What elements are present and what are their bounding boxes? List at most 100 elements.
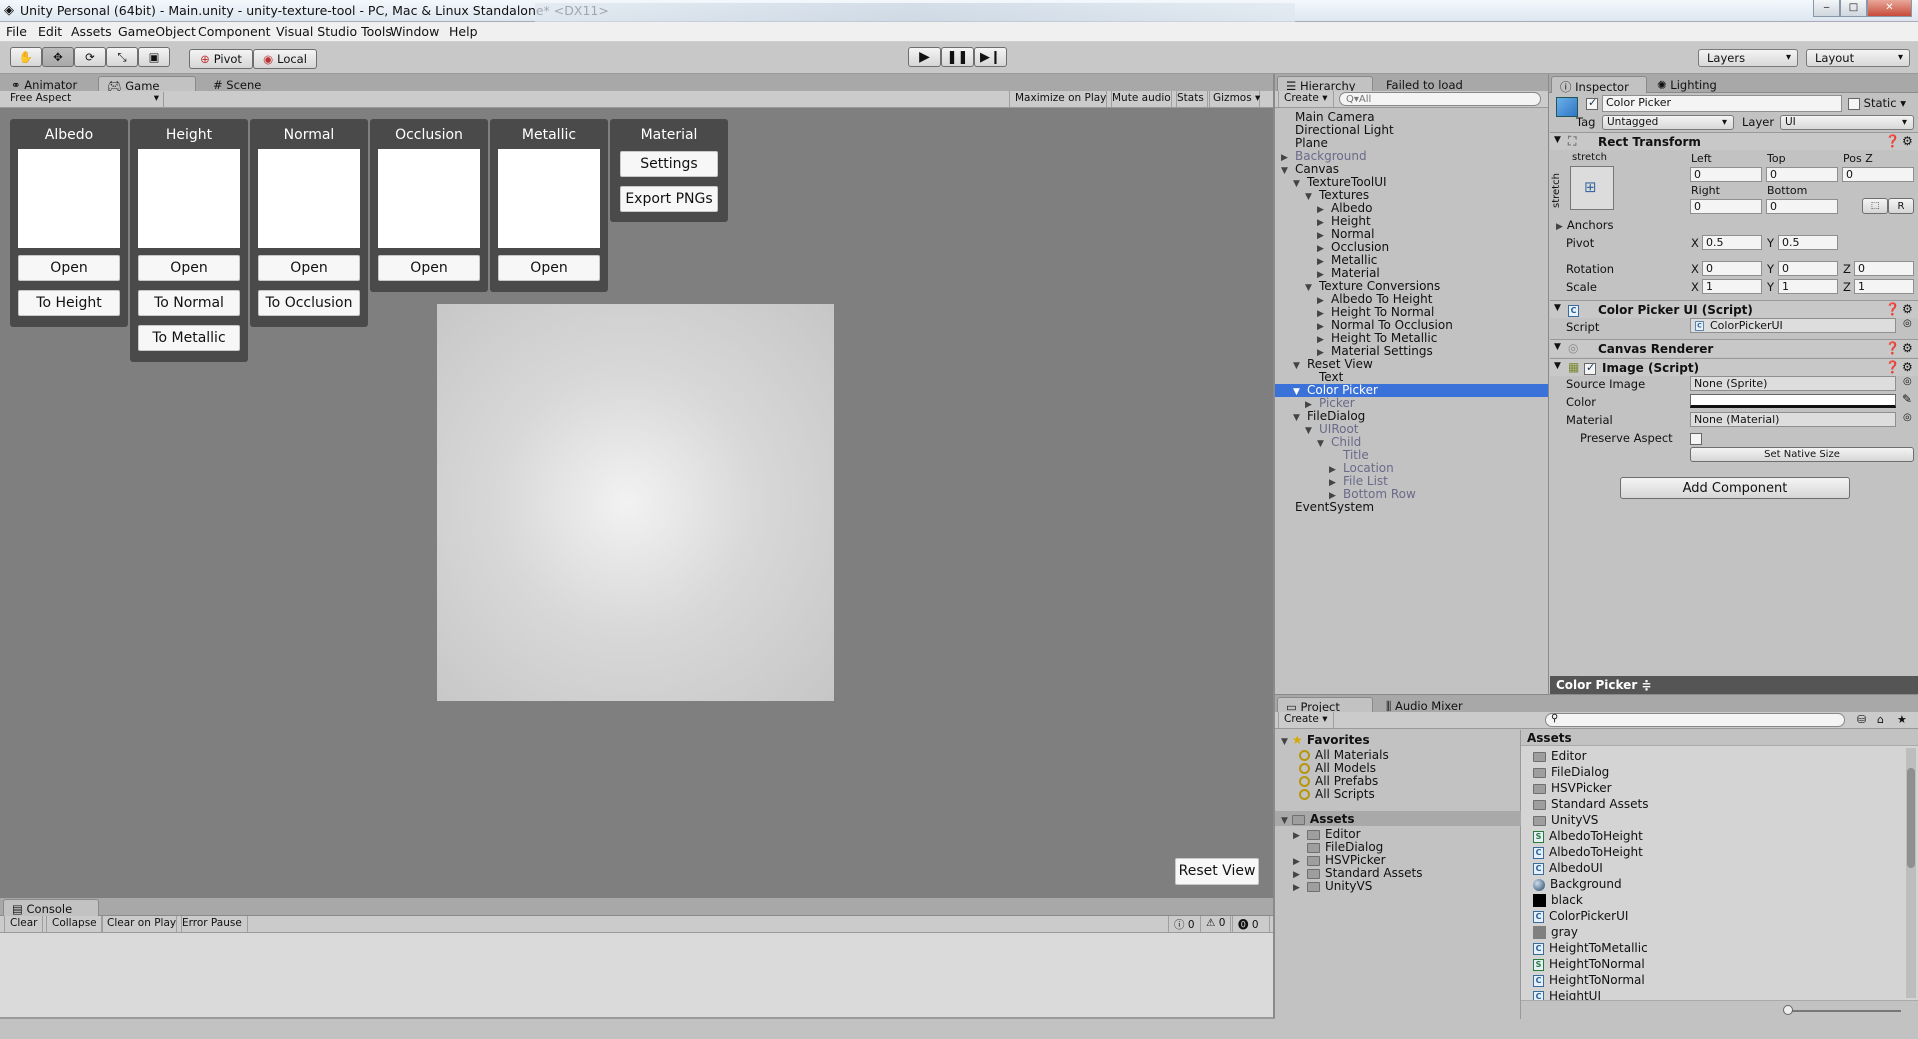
rect-tool-button[interactable]: ▣ (138, 47, 170, 67)
reset-view-button[interactable]: Reset View (1175, 858, 1259, 885)
menu-edit[interactable]: Edit (38, 24, 62, 39)
assets-scrollbar[interactable] (1906, 748, 1916, 998)
project-search-input[interactable]: ⚲ (1545, 713, 1845, 727)
menu-help[interactable]: Help (449, 24, 478, 39)
material-field[interactable]: None (Material) (1690, 412, 1896, 427)
folder-tree-item[interactable]: FileDialog (1293, 840, 1383, 854)
hierarchy-item[interactable]: ▼ Color Picker (1275, 384, 1548, 397)
anchor-preset-button[interactable]: ⊞ (1570, 166, 1614, 210)
hierarchy-item[interactable]: ▶ Location (1275, 462, 1548, 476)
tab-inspector[interactable]: ⓘ Inspector (1551, 76, 1647, 94)
image-enabled-checkbox[interactable] (1584, 361, 1596, 375)
object-picker-icon[interactable]: ◎ (1903, 412, 1912, 423)
gizmos-dropdown[interactable]: Gizmos ▾ (1207, 91, 1260, 107)
asset-item[interactable]: FileDialog (1533, 765, 1609, 779)
hierarchy-item[interactable]: ▼ Textures (1275, 189, 1548, 203)
favorite-item[interactable]: All Materials (1299, 748, 1389, 762)
layers-dropdown[interactable]: Layers (1698, 49, 1798, 67)
tag-dropdown[interactable]: Untagged (1602, 115, 1734, 130)
icon-size-slider-handle[interactable] (1783, 1005, 1793, 1015)
rotation-z-field[interactable]: 0 (1854, 261, 1914, 276)
asset-item[interactable]: UnityVS (1533, 813, 1598, 827)
scale-x-field[interactable]: 1 (1702, 279, 1762, 294)
normal-open-button[interactable]: Open (258, 255, 360, 281)
rotation-x-field[interactable]: 0 (1702, 261, 1762, 276)
hierarchy-item[interactable]: EventSystem (1275, 501, 1548, 514)
set-native-size-button[interactable]: Set Native Size (1690, 447, 1914, 462)
maximize-button[interactable]: □ (1840, 0, 1867, 17)
metallic-open-button[interactable]: Open (498, 255, 600, 281)
move-tool-button[interactable]: ✥ (42, 47, 74, 67)
canvas-renderer-header[interactable]: ▼ ◎ Canvas Renderer ❓ ⚙ (1550, 339, 1918, 357)
anchors-foldout[interactable]: ▶ Anchors (1556, 218, 1613, 232)
hierarchy-item[interactable]: ▶ Normal (1275, 228, 1548, 242)
hierarchy-item[interactable]: ▼ UIRoot (1275, 423, 1548, 437)
hand-tool-button[interactable]: ✋ (10, 47, 42, 67)
occlusion-open-button[interactable]: Open (378, 255, 480, 281)
albedo-to-height-button[interactable]: To Height (18, 290, 120, 316)
bottom-field[interactable]: 0 (1766, 199, 1838, 214)
console-error-count[interactable]: ⓿ 0 (1232, 916, 1270, 932)
help-icon[interactable]: ❓ (1885, 134, 1900, 148)
scrollbar-thumb[interactable] (1907, 768, 1915, 868)
mute-audio-button[interactable]: Mute audio (1106, 91, 1177, 107)
hierarchy-item[interactable]: ▼ Child (1275, 436, 1548, 450)
object-name-field[interactable]: Color Picker (1602, 95, 1842, 112)
folder-tree-item[interactable]: ▶ UnityVS (1293, 879, 1372, 893)
posz-field[interactable]: 0 (1842, 167, 1914, 182)
hierarchy-item[interactable]: ▶ Height (1275, 215, 1548, 229)
object-picker-icon[interactable]: ◎ (1903, 376, 1912, 387)
height-to-normal-button[interactable]: To Normal (138, 290, 240, 316)
hierarchy-item[interactable]: ▼ Reset View (1275, 358, 1548, 372)
layer-dropdown[interactable]: UI (1780, 115, 1914, 130)
right-field[interactable]: 0 (1690, 199, 1762, 214)
maximize-on-play-button[interactable]: Maximize on Play (1009, 91, 1113, 107)
favorites-foldout[interactable]: ▼ ★ Favorites (1281, 733, 1370, 747)
asset-item[interactable]: S AlbedoToHeight (1533, 829, 1643, 843)
image-script-header[interactable]: ▼ ▦ Image (Script) ❓ ⚙ (1550, 358, 1918, 376)
tab-console[interactable]: ▤ Console (3, 899, 99, 916)
stats-button[interactable]: Stats (1171, 91, 1210, 107)
console-clear-button[interactable]: Clear (4, 916, 44, 932)
inspector-preview-footer[interactable]: Color Picker ≑ (1550, 676, 1918, 694)
console-warning-count[interactable]: ⚠ 0 (1200, 916, 1232, 932)
local-toggle[interactable]: ◉ Local (253, 49, 317, 69)
gear-icon[interactable]: ⚙ (1902, 134, 1913, 148)
menu-gameobject[interactable]: GameObject (118, 24, 196, 39)
console-collapse-button[interactable]: Collapse (46, 916, 103, 932)
console-log-area[interactable] (0, 933, 1273, 1018)
asset-item[interactable]: S HeightToNormal (1533, 957, 1645, 971)
hierarchy-create-button[interactable]: Create ▾ (1278, 91, 1334, 107)
gear-icon[interactable]: ⚙ (1902, 302, 1913, 316)
hierarchy-item[interactable]: ▶ Occlusion (1275, 241, 1548, 255)
add-component-button[interactable]: Add Component (1620, 477, 1850, 499)
close-button[interactable]: ✕ (1867, 0, 1912, 17)
menu-assets[interactable]: Assets (71, 24, 112, 39)
hierarchy-search-input[interactable] (1339, 92, 1541, 106)
top-field[interactable]: 0 (1766, 167, 1838, 182)
preserve-aspect-checkbox[interactable] (1690, 431, 1702, 445)
asset-item[interactable]: C HeightToMetallic (1533, 941, 1648, 955)
object-picker-icon[interactable]: ◎ (1903, 318, 1912, 329)
minimize-button[interactable]: ‒ (1813, 0, 1840, 17)
height-to-metallic-button[interactable]: To Metallic (138, 325, 240, 351)
console-clear-on-play-button[interactable]: Clear on Play (101, 916, 183, 932)
asset-item[interactable]: Standard Assets (1533, 797, 1648, 811)
pivot-x-field[interactable]: 0.5 (1702, 235, 1762, 250)
asset-item[interactable]: C AlbedoToHeight (1533, 845, 1643, 859)
material-settings-button[interactable]: Settings (620, 151, 718, 177)
console-error-pause-button[interactable]: Error Pause (176, 916, 248, 932)
rect-transform-header[interactable]: ▼ ⛶ Rect Transform ❓ ⚙ (1550, 132, 1918, 150)
favorite-item[interactable]: All Scripts (1299, 787, 1375, 801)
script-field[interactable]: C ColorPickerUI (1690, 318, 1896, 333)
asset-item[interactable]: Background (1533, 877, 1622, 891)
favorite-item[interactable]: All Prefabs (1299, 774, 1378, 788)
aspect-dropdown[interactable]: Free Aspect ▾ (4, 92, 164, 107)
folder-tree-item[interactable]: ▶ HSVPicker (1293, 853, 1386, 867)
asset-item[interactable]: gray (1533, 925, 1578, 939)
menu-component[interactable]: Component (198, 24, 271, 39)
help-icon[interactable]: ❓ (1885, 341, 1900, 355)
filter-label-icon[interactable]: ⌂ (1877, 713, 1884, 726)
asset-item[interactable]: C HeightToNormal (1533, 973, 1645, 987)
hierarchy-item[interactable]: Title (1275, 449, 1548, 462)
